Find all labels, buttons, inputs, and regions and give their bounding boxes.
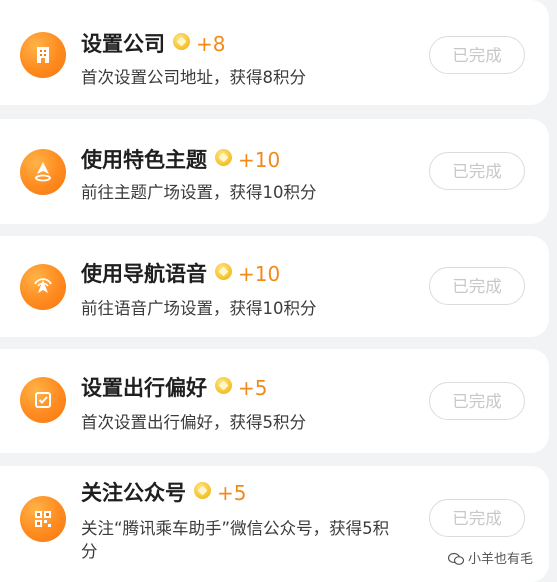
task-points: +10 — [238, 262, 281, 286]
task-points: +5 — [217, 481, 247, 505]
task-title-text: 使用导航语音 — [81, 262, 207, 286]
task-title-text: 设置出行偏好 — [81, 376, 207, 400]
coin-icon — [194, 482, 211, 499]
coin-icon — [215, 149, 232, 166]
completed-button[interactable]: 已完成 — [429, 36, 525, 74]
task-title: 设置出行偏好 +5 — [81, 376, 267, 400]
watermark: 小羊也有毛 — [447, 548, 534, 570]
task-points: +8 — [196, 32, 226, 56]
task-card: 设置出行偏好 +5 首次设置出行偏好，获得5积分 已完成 — [0, 349, 549, 453]
task-title: 使用导航语音 +10 — [81, 262, 280, 286]
coin-icon — [215, 263, 232, 280]
task-description: 首次设置出行偏好，获得5积分 — [81, 413, 306, 432]
task-card: 使用导航语音 +10 前往语音广场设置，获得10积分 已完成 — [0, 236, 549, 337]
watermark-text: 小羊也有毛 — [468, 552, 534, 567]
task-title: 关注公众号 +5 — [81, 481, 246, 505]
wechat-icon — [447, 552, 465, 570]
completed-button[interactable]: 已完成 — [429, 267, 525, 305]
coin-icon — [173, 33, 190, 50]
navigation-voice-icon — [20, 264, 66, 310]
task-title-text: 关注公众号 — [81, 481, 186, 505]
completed-button[interactable]: 已完成 — [429, 499, 525, 537]
task-title-text: 设置公司 — [81, 32, 165, 56]
task-description: 首次设置公司地址，获得8积分 — [81, 68, 306, 87]
building-icon — [20, 32, 66, 78]
completed-button[interactable]: 已完成 — [429, 382, 525, 420]
location-pin-icon — [20, 149, 66, 195]
task-card: 使用特色主题 +10 前往主题广场设置，获得10积分 已完成 — [0, 119, 549, 224]
task-points: +5 — [238, 376, 268, 400]
coin-icon — [215, 377, 232, 394]
task-title-text: 使用特色主题 — [81, 148, 207, 172]
completed-button[interactable]: 已完成 — [429, 152, 525, 190]
task-title: 设置公司 +8 — [81, 32, 225, 56]
task-points: +10 — [238, 148, 281, 172]
task-title: 使用特色主题 +10 — [81, 148, 280, 172]
task-description: 前往主题广场设置，获得10积分 — [81, 183, 317, 202]
task-description: 关注“腾讯乘车助手”微信公众号，获得5积分 — [81, 519, 390, 561]
task-description: 前往语音广场设置，获得10积分 — [81, 299, 317, 318]
qr-code-icon — [20, 496, 66, 542]
task-card: 设置公司 +8 首次设置公司地址，获得8积分 已完成 — [0, 0, 549, 105]
checkbox-icon — [20, 377, 66, 423]
